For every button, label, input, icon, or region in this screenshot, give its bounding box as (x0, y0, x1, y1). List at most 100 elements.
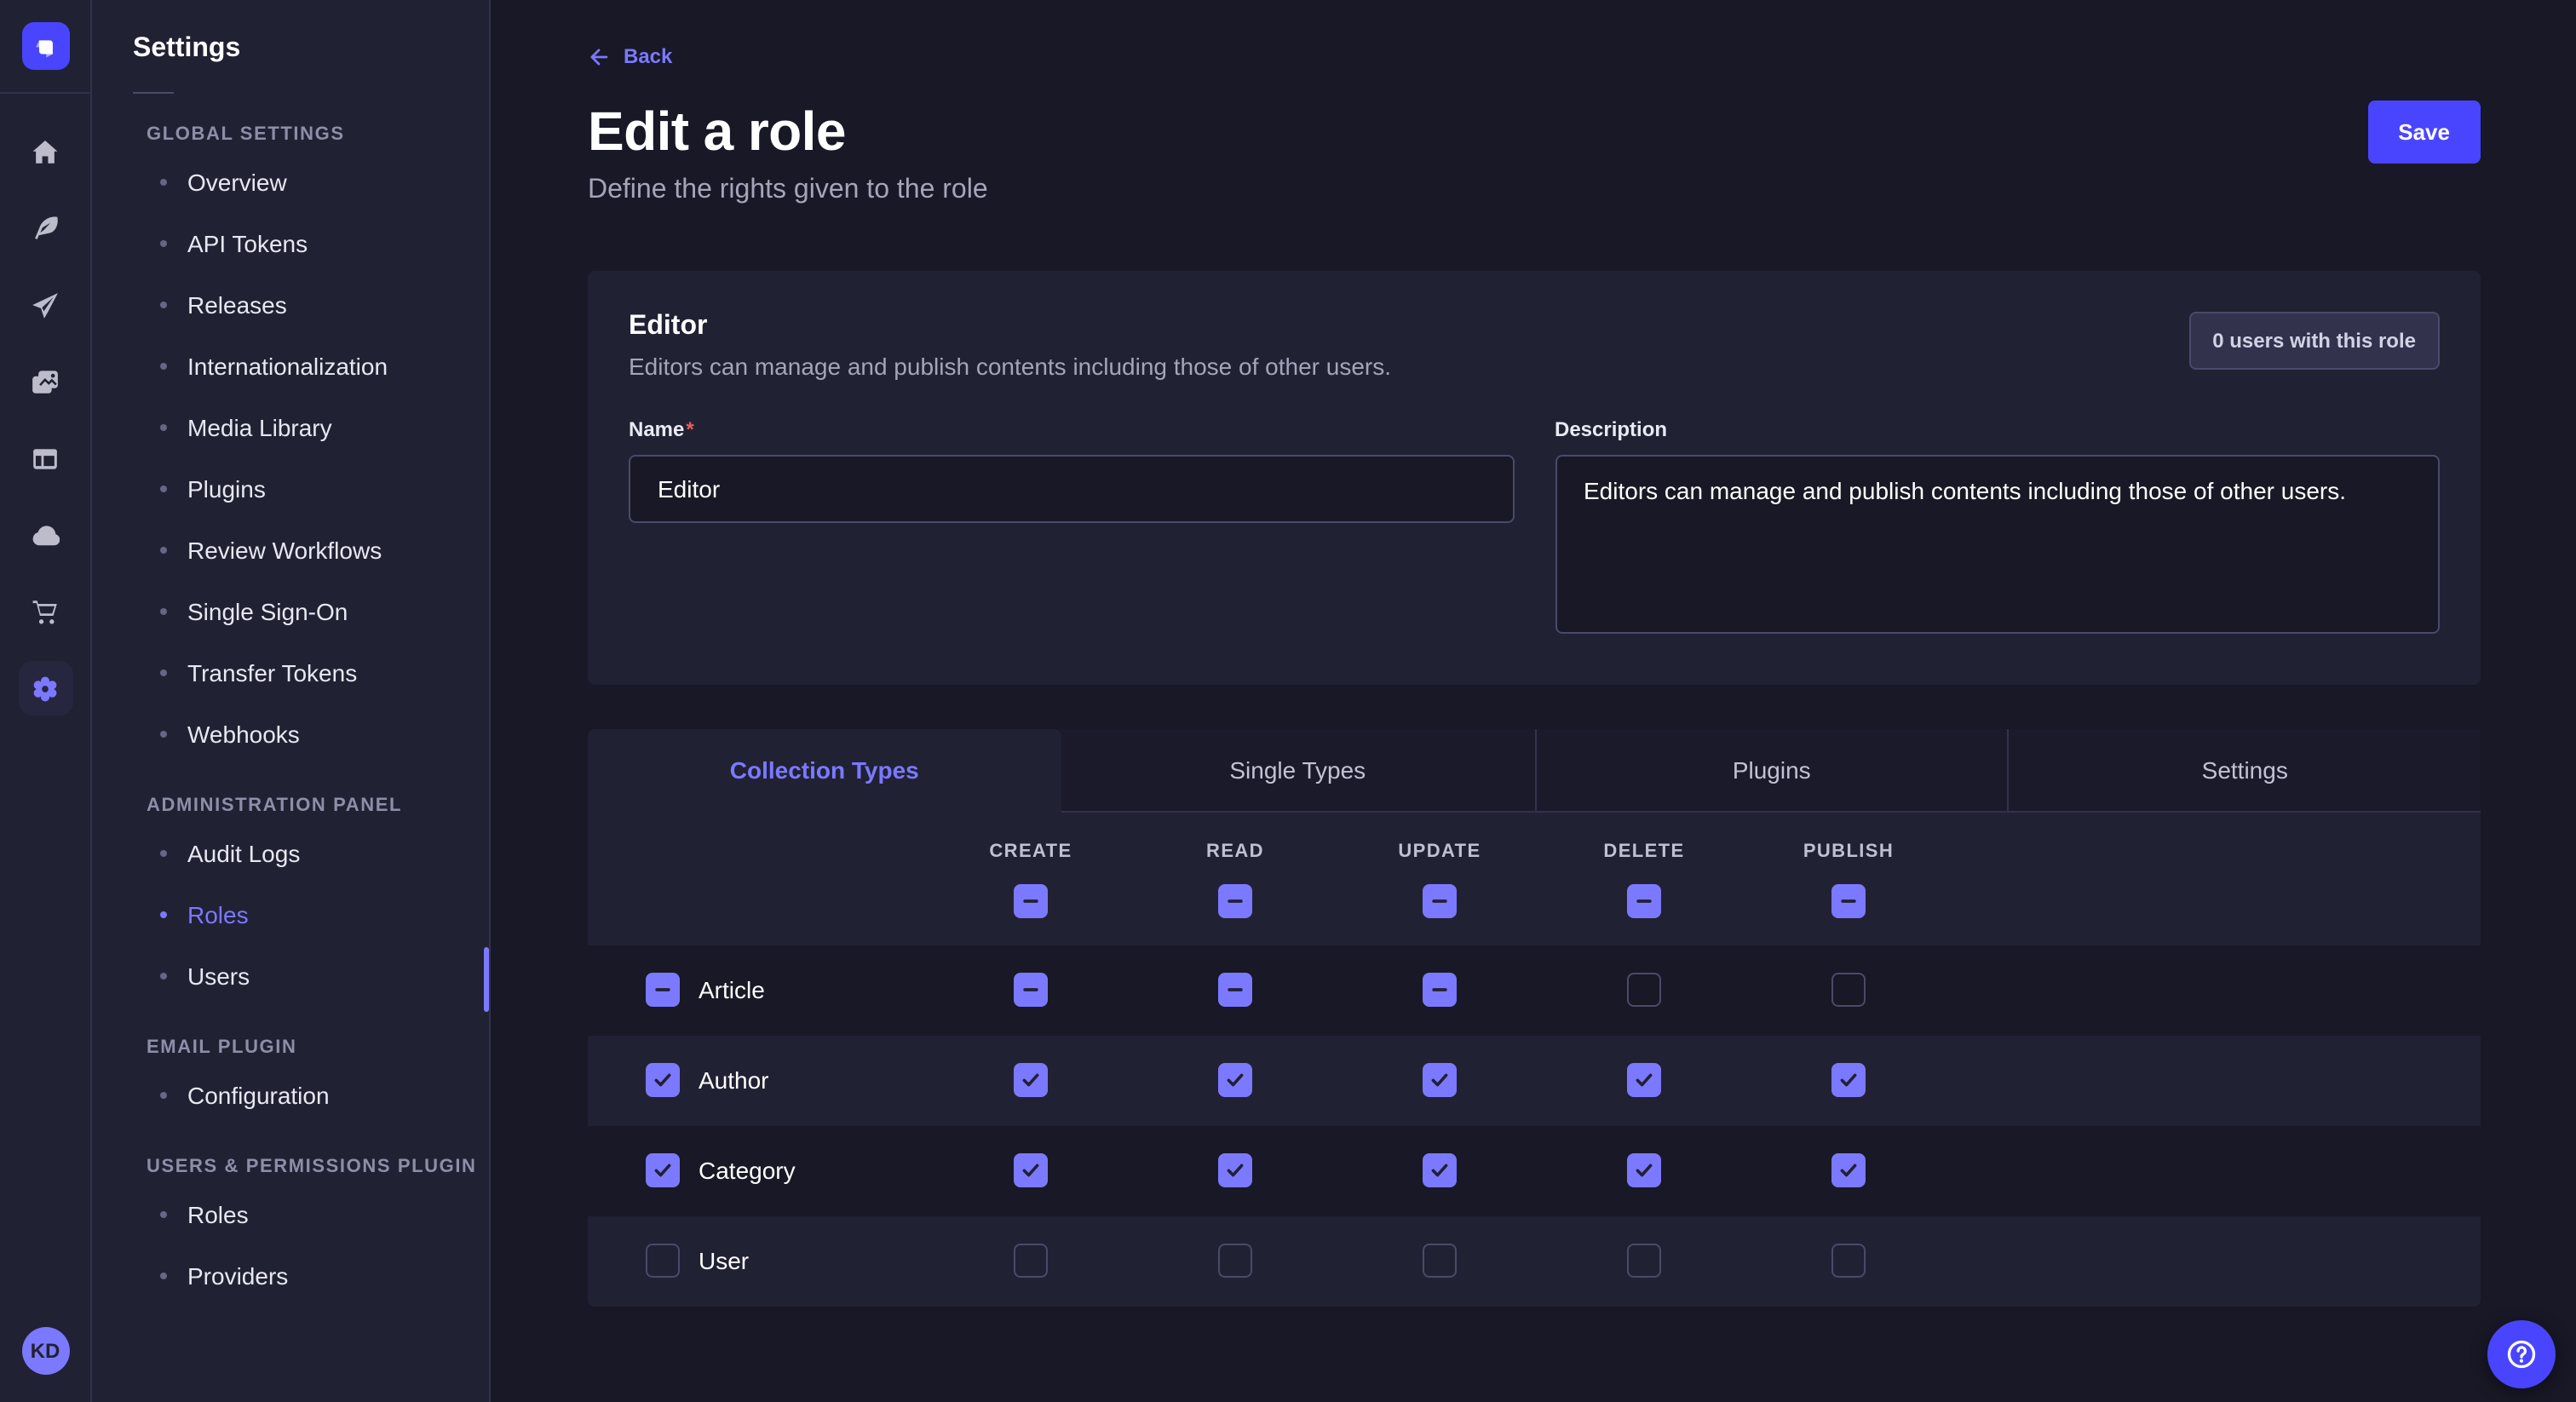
required-asterisk: * (686, 417, 693, 440)
checkbox-user-publish[interactable] (1831, 1244, 1866, 1278)
user-avatar[interactable]: KD (21, 1327, 69, 1375)
subnav-item-webhooks[interactable]: Webhooks (92, 704, 489, 765)
checkbox-user[interactable] (646, 1244, 680, 1278)
rail-item-gear[interactable] (18, 661, 72, 715)
role-details-card: Editor Editors can manage and publish co… (588, 270, 2481, 684)
subnav-item-review-workflows[interactable]: Review Workflows (92, 520, 489, 581)
checkbox-user-create[interactable] (1014, 1244, 1048, 1278)
row-head-article: Article (588, 973, 929, 1007)
tab-single-types[interactable]: Single Types (1061, 728, 1535, 812)
help-button[interactable] (2487, 1320, 2556, 1388)
subnav-item-label: Audit Logs (187, 840, 300, 867)
checkbox-user-delete[interactable] (1627, 1244, 1661, 1278)
checkbox-category-update[interactable] (1423, 1153, 1457, 1187)
checkbox-cell (1337, 973, 1542, 1007)
bullet-icon (160, 973, 167, 980)
checkbox-category-create[interactable] (1014, 1153, 1048, 1187)
subnav-item-releases[interactable]: Releases (92, 274, 489, 336)
rail-item-images[interactable] (18, 354, 72, 409)
checkbox-author-delete[interactable] (1627, 1063, 1661, 1097)
tab-label: Settings (2202, 756, 2288, 783)
checkbox-article-create[interactable] (1014, 973, 1048, 1007)
name-field-label: Name* (629, 417, 694, 440)
rail-item-cloud[interactable] (18, 508, 72, 562)
subnav-item-overview[interactable]: Overview (92, 152, 489, 213)
strapi-logo[interactable] (21, 22, 69, 70)
subnav-item-transfer-tokens[interactable]: Transfer Tokens (92, 642, 489, 704)
column-header-update: UPDATE (1337, 841, 1542, 861)
checkbox-category[interactable] (646, 1153, 680, 1187)
tab-collection-types[interactable]: Collection Types (588, 728, 1061, 812)
subnav-item-api-tokens[interactable]: API Tokens (92, 213, 489, 274)
subnav-item-roles[interactable]: Roles (92, 1184, 489, 1245)
users-with-role-button[interactable]: 0 users with this role (2188, 311, 2440, 369)
role-description-textarea[interactable]: Editors can manage and publish contents … (1555, 454, 2440, 633)
checkbox-category-read[interactable] (1218, 1153, 1252, 1187)
checkbox-all-create[interactable] (1014, 883, 1048, 917)
checkbox-cell (1542, 973, 1746, 1007)
checkbox-author-read[interactable] (1218, 1063, 1252, 1097)
checkbox-cell (1746, 1063, 1951, 1097)
checkbox-cell (929, 1063, 1133, 1097)
role-card-header: Editor Editors can manage and publish co… (629, 311, 2440, 379)
subnav-item-internationalization[interactable]: Internationalization (92, 336, 489, 397)
checkbox-all-read[interactable] (1218, 883, 1252, 917)
checkbox-author-update[interactable] (1423, 1063, 1457, 1097)
role-name-input[interactable] (629, 454, 1514, 522)
section-header: USERS & PERMISSIONS PLUGIN (147, 1157, 489, 1177)
checkbox-category-publish[interactable] (1831, 1153, 1866, 1187)
rail-item-feather[interactable] (18, 201, 72, 256)
rail-item-layout[interactable] (18, 431, 72, 486)
gear-icon (31, 674, 60, 703)
subnav-item-label: Overview (187, 169, 287, 196)
checkbox-all-publish[interactable] (1831, 883, 1866, 917)
checkbox-cell (1337, 1244, 1542, 1278)
permission-row-article: Article (588, 945, 2481, 1035)
tab-plugins[interactable]: Plugins (1534, 728, 2008, 812)
tab-settings[interactable]: Settings (2008, 728, 2481, 812)
permission-row-user: User (588, 1215, 2481, 1306)
back-arrow-icon (588, 45, 610, 67)
rail-item-send[interactable] (18, 278, 72, 332)
permissions-section: Collection TypesSingle TypesPlugins Setti… (588, 728, 2481, 1306)
subnav-item-plugins[interactable]: Plugins (92, 458, 489, 520)
question-mark-icon (2503, 1336, 2540, 1373)
subnav-item-audit-logs[interactable]: Audit Logs (92, 823, 489, 884)
content-type-label: User (699, 1247, 749, 1274)
permissions-tabbar: Collection TypesSingle TypesPlugins Setti… (588, 728, 2481, 812)
subnav-item-media-library[interactable]: Media Library (92, 397, 489, 458)
rail-item-home[interactable] (18, 124, 72, 179)
rail-item-cart[interactable] (18, 584, 72, 639)
save-button[interactable]: Save (2367, 100, 2481, 163)
checkbox-author[interactable] (646, 1063, 680, 1097)
permissions-panel: CREATEREADUPDATEDELETEPUBLISH ArticleAut… (588, 812, 2481, 1306)
subnav-item-roles[interactable]: Roles (92, 884, 489, 945)
checkbox-article-read[interactable] (1218, 973, 1252, 1007)
checkbox-category-delete[interactable] (1627, 1153, 1661, 1187)
subnav-item-configuration[interactable]: Configuration (92, 1065, 489, 1126)
subnav-scrollbar-thumb[interactable] (484, 947, 489, 1012)
checkbox-author-create[interactable] (1014, 1063, 1048, 1097)
subnav-item-users[interactable]: Users (92, 945, 489, 1007)
checkbox-author-publish[interactable] (1831, 1063, 1866, 1097)
checkbox-article-publish[interactable] (1831, 973, 1866, 1007)
bullet-icon (160, 363, 167, 370)
back-link[interactable]: Back (588, 44, 672, 68)
main-nav-rail: KD (0, 0, 92, 1402)
checkbox-all-delete[interactable] (1627, 883, 1661, 917)
section-header: ADMINISTRATION PANEL (147, 796, 489, 816)
checkbox-user-read[interactable] (1218, 1244, 1252, 1278)
bullet-icon (160, 1092, 167, 1099)
checkbox-article-delete[interactable] (1627, 973, 1661, 1007)
checkbox-all-update[interactable] (1423, 883, 1457, 917)
subnav-item-single-sign-on[interactable]: Single Sign-On (92, 581, 489, 642)
checkbox-cell (1746, 883, 1951, 917)
checkbox-article[interactable] (646, 973, 680, 1007)
send-icon (31, 290, 60, 319)
subnav-divider (133, 92, 174, 94)
subnav-item-providers[interactable]: Providers (92, 1245, 489, 1307)
checkbox-article-update[interactable] (1423, 973, 1457, 1007)
subnav-item-label: Configuration (187, 1082, 330, 1109)
bullet-icon (160, 302, 167, 308)
checkbox-user-update[interactable] (1423, 1244, 1457, 1278)
